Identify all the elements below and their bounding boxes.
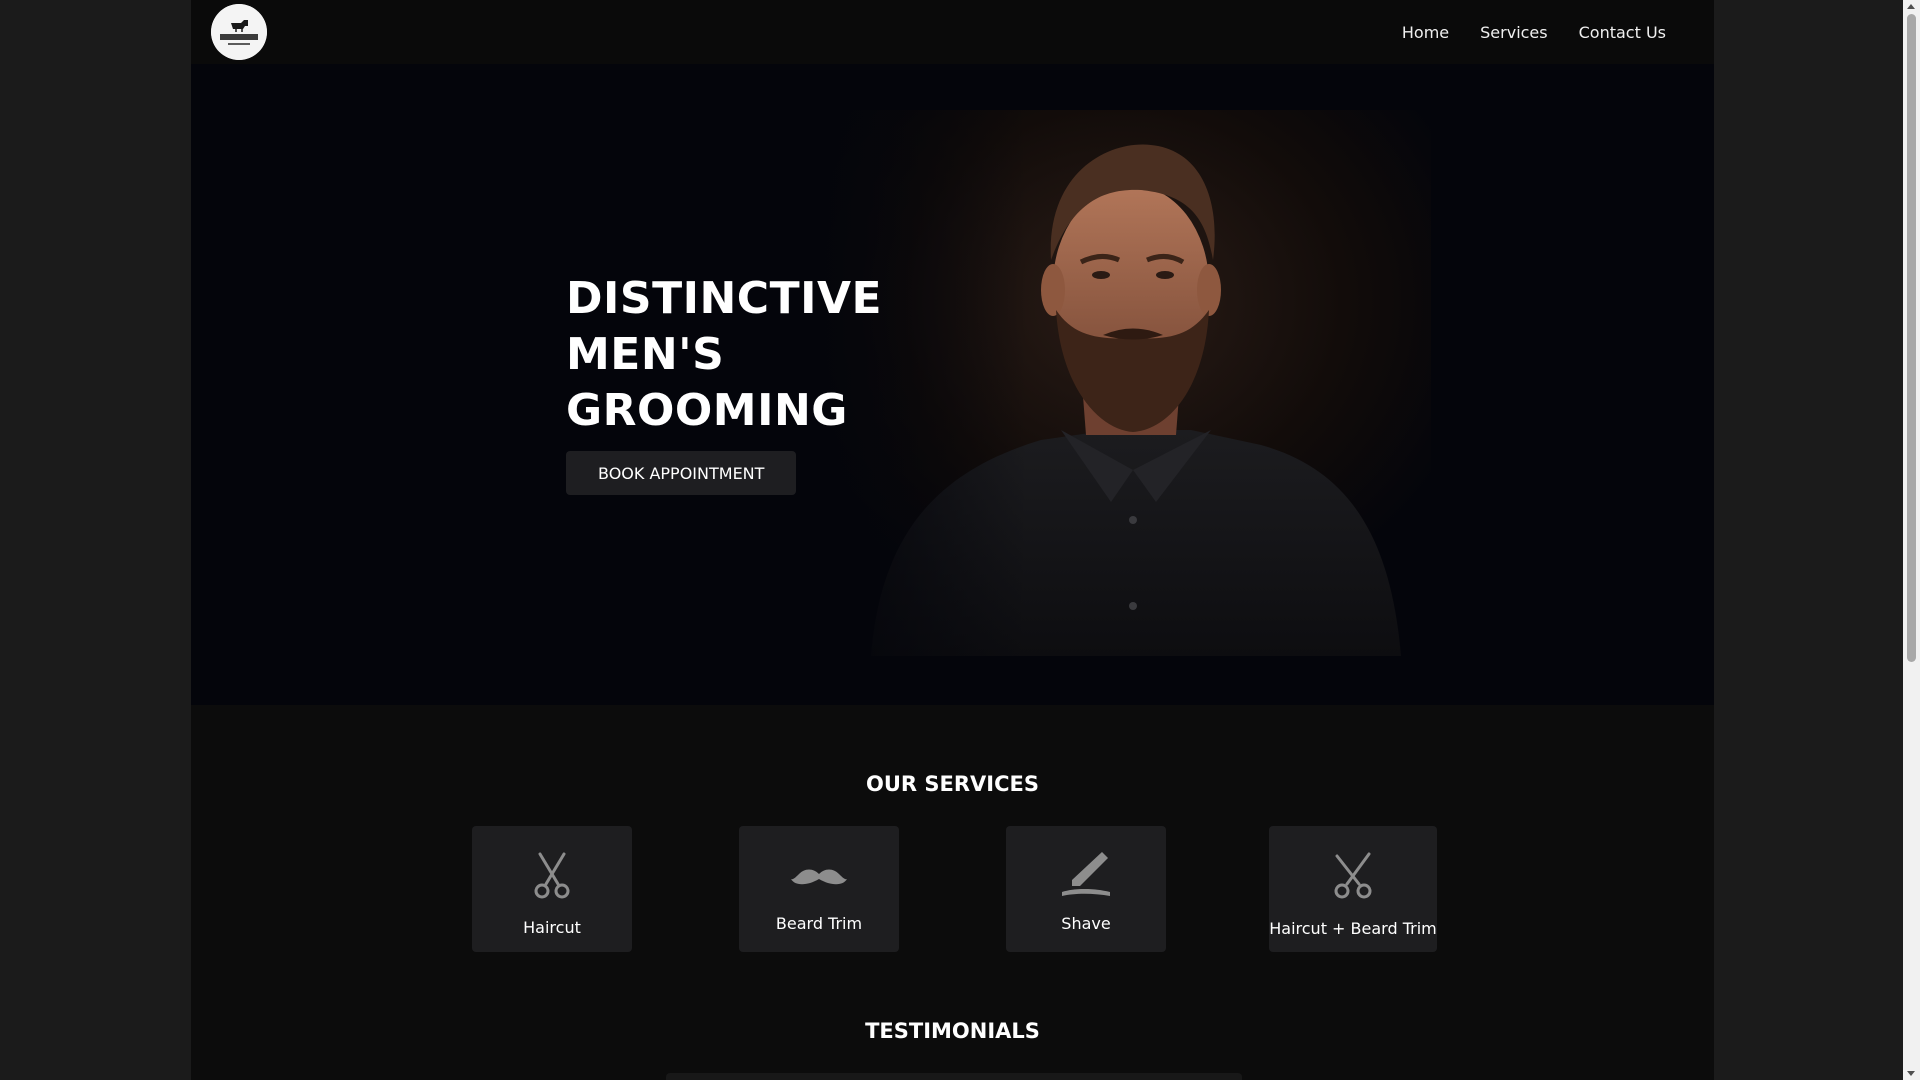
mustache-icon xyxy=(791,848,847,904)
fade-and-blade-logo-icon xyxy=(211,4,267,60)
hero-text: DISTINCTIVE MEN'S GROOMING BOOK APPOINTM… xyxy=(566,271,882,495)
services-section: OUR SERVICES Haircut Beard Trim Shave Ha… xyxy=(191,705,1714,1080)
nav-home[interactable]: Home xyxy=(1402,23,1449,42)
hero-portrait-image xyxy=(811,110,1431,656)
nav-contact-us[interactable]: Contact Us xyxy=(1579,23,1666,42)
hero-title: DISTINCTIVE MEN'S GROOMING xyxy=(566,271,882,439)
scroll-down-arrow-icon[interactable] xyxy=(1907,1071,1915,1076)
razor-icon xyxy=(1058,848,1114,904)
scissors-icon xyxy=(524,848,580,904)
service-card-shave[interactable]: Shave xyxy=(1006,826,1166,952)
site-header: Home Services Contact Us xyxy=(191,0,1714,64)
services-title: OUR SERVICES xyxy=(866,772,1039,796)
service-label-haircut-beard-trim: Haircut + Beard Trim xyxy=(1269,919,1437,938)
logo[interactable] xyxy=(211,4,267,60)
hero-section: DISTINCTIVE MEN'S GROOMING BOOK APPOINTM… xyxy=(191,64,1714,705)
service-label-haircut: Haircut xyxy=(523,918,581,937)
scrollbar-thumb[interactable] xyxy=(1907,14,1916,662)
testimonials-title: TESTIMONIALS xyxy=(865,1019,1040,1043)
hero-title-line-3: GROOMING xyxy=(566,385,848,436)
service-card-beard-trim[interactable]: Beard Trim xyxy=(739,826,899,952)
scissors-crossed-icon xyxy=(1325,848,1381,904)
main-nav: Home Services Contact Us xyxy=(1402,0,1666,64)
service-label-beard-trim: Beard Trim xyxy=(775,914,863,933)
nav-services[interactable]: Services xyxy=(1480,23,1547,42)
service-card-haircut-beard-trim[interactable]: Haircut + Beard Trim xyxy=(1269,826,1437,952)
page-scrollbar[interactable] xyxy=(1903,0,1920,1080)
service-label-shave: Shave xyxy=(1061,914,1111,933)
book-appointment-button[interactable]: BOOK APPOINTMENT xyxy=(566,451,797,495)
page: Home Services Contact Us DISTINCTIVE MEN… xyxy=(191,0,1714,1080)
hero-title-line-2: MEN'S xyxy=(566,329,725,380)
testimonial-card xyxy=(666,1073,1242,1080)
scroll-up-arrow-icon[interactable] xyxy=(1907,4,1915,9)
hero-title-line-1: DISTINCTIVE xyxy=(566,273,883,324)
service-card-haircut[interactable]: Haircut xyxy=(472,826,632,952)
